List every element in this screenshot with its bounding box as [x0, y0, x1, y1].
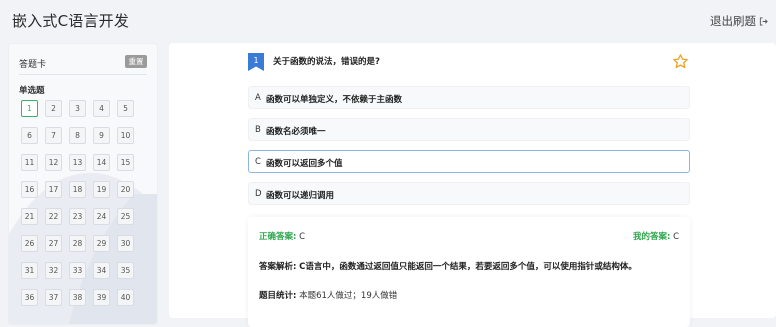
my-answer-row: 我的答案: C: [633, 230, 679, 242]
option-letter: A: [255, 93, 261, 103]
question-number-31[interactable]: 31: [21, 262, 38, 279]
question-number-34[interactable]: 34: [93, 262, 110, 279]
question-number-36[interactable]: 36: [21, 289, 38, 306]
question-number-14[interactable]: 14: [93, 154, 110, 171]
stats-label: 题目统计:: [259, 291, 297, 301]
question-number-16[interactable]: 16: [21, 181, 38, 198]
explanation-text: C语言中，函数通过返回值只能返回一个结果，若要返回多个值，可以使用指针或结构体。: [299, 262, 637, 272]
question-number-35[interactable]: 35: [117, 262, 134, 279]
question-number-9[interactable]: 9: [93, 127, 110, 144]
option-b[interactable]: B 函数名必须唯一: [248, 118, 690, 141]
question-number-30[interactable]: 30: [117, 235, 134, 252]
question-number-38[interactable]: 38: [69, 289, 86, 306]
option-letter: B: [255, 125, 261, 135]
question-number-1[interactable]: 1: [21, 100, 38, 117]
option-text: 函数名必须唯一: [266, 127, 326, 137]
option-letter: C: [255, 157, 261, 167]
question-number-33[interactable]: 33: [69, 262, 86, 279]
question-number-18[interactable]: 18: [69, 181, 86, 198]
question-number-11[interactable]: 11: [21, 154, 38, 171]
divider: [19, 74, 147, 75]
answer-card-title: 答题卡: [19, 60, 47, 70]
section-label-single-choice: 单选题: [19, 86, 45, 96]
question-text: 关于函数的说法，错误的是?: [273, 57, 380, 67]
question-number-20[interactable]: 20: [117, 181, 134, 198]
question-number-28[interactable]: 28: [69, 235, 86, 252]
option-d[interactable]: D 函数可以递归调用: [248, 182, 690, 205]
question-number-22[interactable]: 22: [45, 208, 62, 225]
answer-card-header: 答题卡 重置: [19, 55, 147, 75]
question-number-24[interactable]: 24: [93, 208, 110, 225]
question-panel: 1 关于函数的说法，错误的是? A 函数可以单独定义，不依赖于主函数 B 函数名…: [169, 43, 776, 327]
app-header: 嵌入式C语言开发 退出刷题: [0, 0, 776, 42]
question-number-13[interactable]: 13: [69, 154, 86, 171]
question-number-5[interactable]: 5: [117, 100, 134, 117]
question-number-2[interactable]: 2: [45, 100, 62, 117]
option-a[interactable]: A 函数可以单独定义，不依赖于主函数: [248, 86, 690, 109]
question-number-3[interactable]: 3: [69, 100, 86, 117]
question-number-7[interactable]: 7: [45, 127, 62, 144]
option-text: 函数可以返回多个值: [266, 159, 343, 169]
question-number-26[interactable]: 26: [21, 235, 38, 252]
exit-icon: [759, 16, 768, 26]
question-number-badge: 1: [248, 53, 264, 71]
stats-row: 题目统计: 本题61人做过；19人做错: [259, 289, 397, 301]
question-number-32[interactable]: 32: [45, 262, 62, 279]
option-c[interactable]: C 函数可以返回多个值: [248, 150, 690, 173]
question-number-21[interactable]: 21: [21, 208, 38, 225]
reset-button[interactable]: 重置: [125, 55, 147, 68]
question-number-8[interactable]: 8: [69, 127, 86, 144]
option-text: 函数可以单独定义，不依赖于主函数: [266, 95, 403, 105]
answer-analysis-box: 正确答案: C 我的答案: C 答案解析: C语言中，函数通过返回值只能返回一个…: [248, 217, 690, 327]
question-number-23[interactable]: 23: [69, 208, 86, 225]
option-letter: D: [255, 189, 262, 199]
correct-answer-label: 正确答案:: [259, 232, 297, 242]
my-answer-value: C: [673, 232, 679, 242]
question-number-37[interactable]: 37: [45, 289, 62, 306]
my-answer-label: 我的答案:: [632, 232, 671, 242]
question-number-25[interactable]: 25: [117, 208, 134, 225]
question-number-39[interactable]: 39: [93, 289, 110, 306]
question-number: 1: [253, 56, 259, 65]
option-text: 函数可以递归调用: [266, 191, 335, 201]
explanation-label: 答案解析:: [259, 262, 297, 272]
question-number-19[interactable]: 19: [93, 181, 110, 198]
question-number-29[interactable]: 29: [93, 235, 110, 252]
correct-answer-row: 正确答案: C: [259, 230, 305, 242]
page-title: 嵌入式C语言开发: [12, 12, 130, 30]
question-number-15[interactable]: 15: [117, 154, 134, 171]
favorite-star-icon[interactable]: [672, 53, 689, 70]
question-number-6[interactable]: 6: [21, 127, 38, 144]
question-number-4[interactable]: 4: [93, 100, 110, 117]
exit-label: 退出刷题: [710, 14, 756, 28]
question-number-12[interactable]: 12: [45, 154, 62, 171]
explanation-row: 答案解析: C语言中，函数通过返回值只能返回一个结果，若要返回多个值，可以使用指…: [259, 260, 637, 272]
question-number-40[interactable]: 40: [117, 289, 134, 306]
correct-answer-value: C: [299, 232, 306, 242]
question-number-17[interactable]: 17: [45, 181, 62, 198]
question-number-27[interactable]: 27: [45, 235, 62, 252]
question-number-10[interactable]: 10: [117, 127, 134, 144]
exit-practice-button[interactable]: 退出刷题: [710, 13, 768, 29]
answer-card-panel: 答题卡 重置 单选题 1 2 3 4 5 6 7 8 9 10 11 12 13 14 15 16 17 18 19…: [8, 43, 158, 325]
stats-text: 本题61人做过；19人做错: [299, 291, 398, 301]
